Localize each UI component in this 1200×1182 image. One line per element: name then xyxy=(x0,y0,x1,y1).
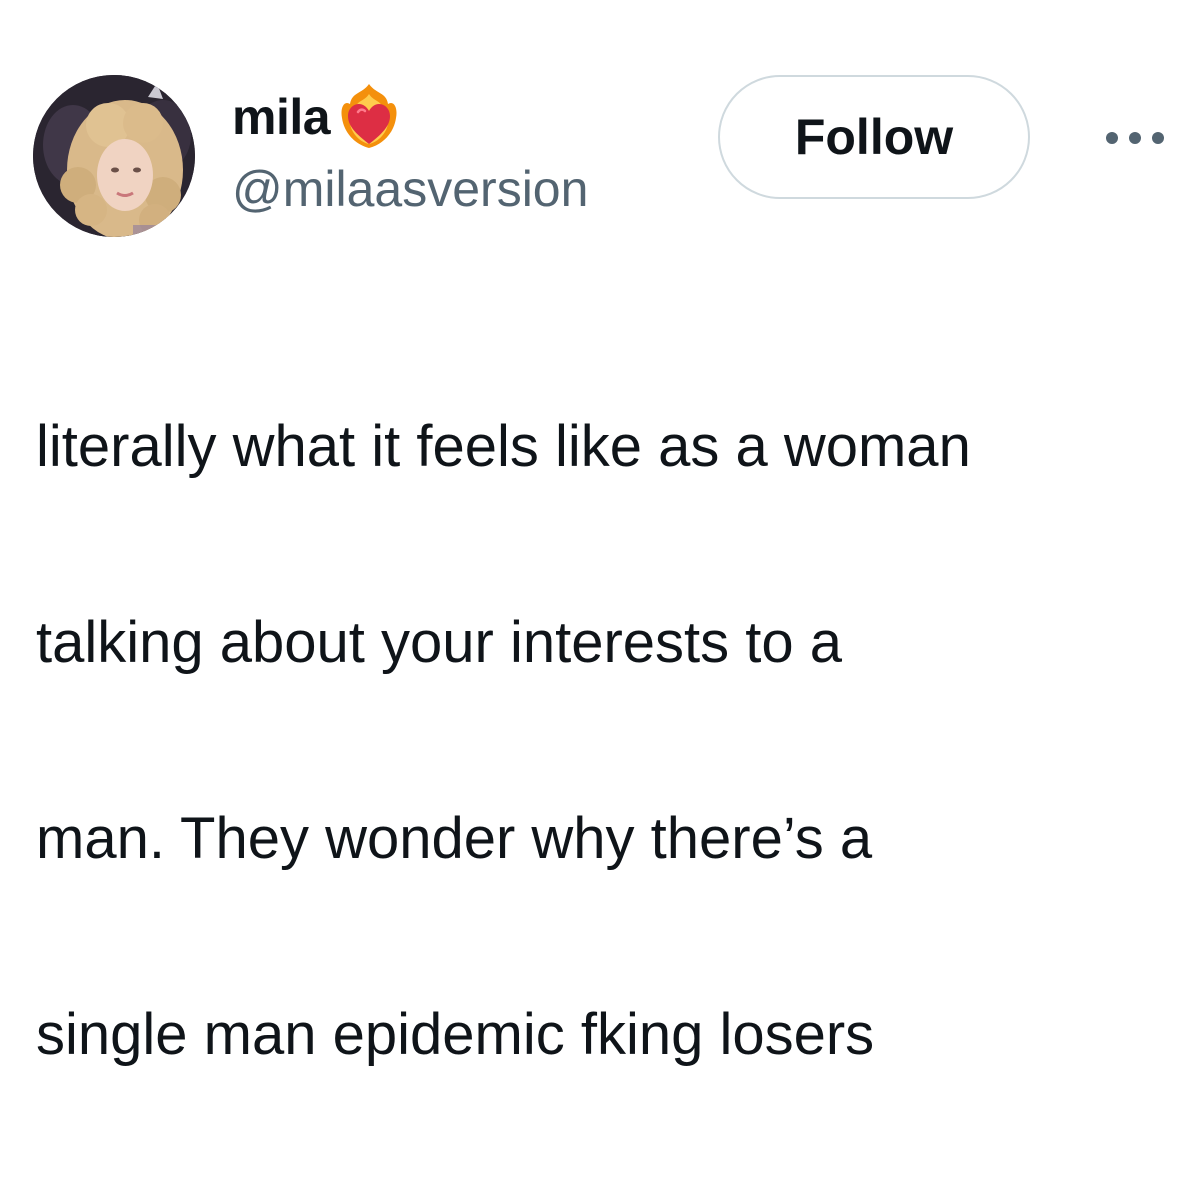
tweet-card: mila @milaasversion Follow literally wha… xyxy=(0,0,1200,1067)
author-avatar[interactable] xyxy=(33,75,195,237)
avatar-image xyxy=(33,75,195,237)
tweet-text-line: literally what it feels like as a woman xyxy=(36,414,971,479)
follow-button[interactable]: Follow xyxy=(718,75,1030,199)
heart-on-fire-icon xyxy=(338,82,400,152)
more-options-icon[interactable] xyxy=(1100,118,1170,158)
author-handle[interactable]: @milaasversion xyxy=(232,164,588,214)
tweet-text-line: man. They wonder why there’s a xyxy=(36,806,873,871)
tweet-text: literally what it feels like as a woman … xyxy=(36,300,1186,1182)
tweet-text-line: talking about your interests to a xyxy=(36,610,843,675)
author-name-row: mila xyxy=(232,82,400,152)
tweet-text-line: single man epidemic fking losers xyxy=(36,1002,875,1067)
author-display-name[interactable]: mila xyxy=(232,92,331,142)
